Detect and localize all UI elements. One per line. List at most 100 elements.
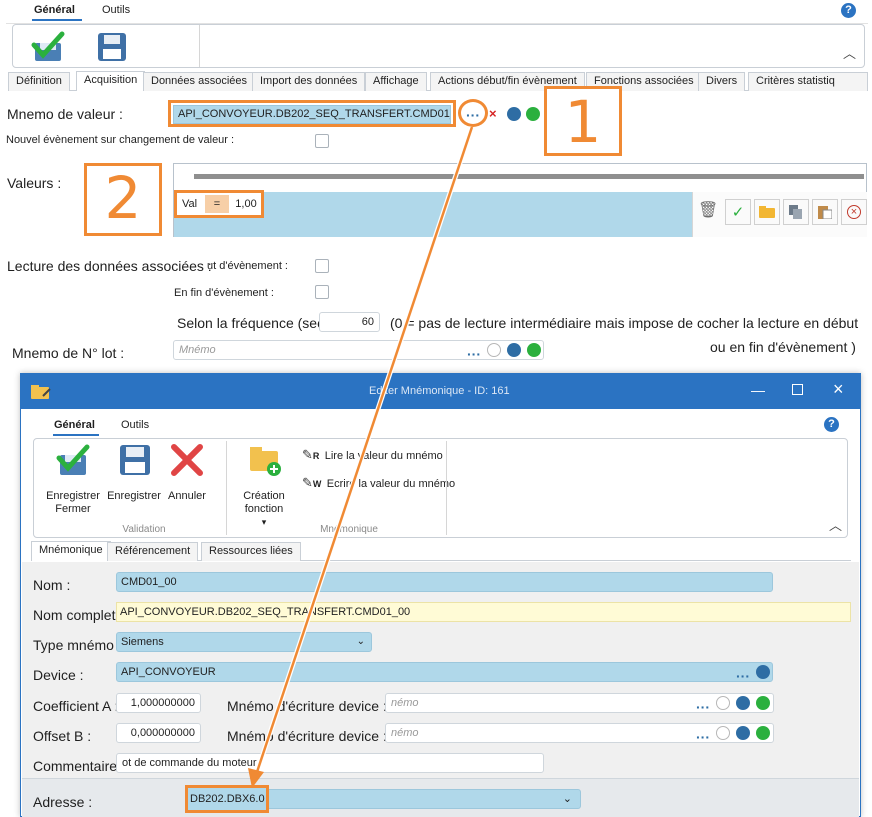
- folder-icon[interactable]: [754, 199, 780, 225]
- subtab-affichage[interactable]: Affichage: [365, 72, 427, 91]
- read-value-label: Lire la valeur du mnémo: [324, 450, 443, 462]
- condition-operator[interactable]: =: [205, 195, 229, 213]
- mnemonique-form: Nom : CMD01_00 Nom complet : API_CONVOYE…: [22, 562, 859, 817]
- ecr2-add-icon[interactable]: [756, 726, 770, 740]
- chevron-up-icon[interactable]: ︿: [843, 43, 856, 62]
- callout-box-adresse: DB202.DBX6.0: [185, 785, 269, 813]
- tab-general[interactable]: Général: [34, 4, 75, 16]
- add-plus-icon[interactable]: [526, 107, 540, 121]
- subtab-import-donnees[interactable]: Import des données: [252, 72, 366, 91]
- condition-value[interactable]: 1,00: [231, 195, 261, 213]
- dialog-tab-outils[interactable]: Outils: [121, 419, 149, 431]
- clear-x-icon[interactable]: ×: [489, 106, 497, 121]
- mnemo-ecriture-label-1: Mnémo d'écriture device :: [227, 698, 387, 714]
- subtab-definition[interactable]: Définition: [8, 72, 70, 91]
- lot-add-icon[interactable]: [527, 343, 541, 357]
- folder-add-icon: [250, 447, 281, 476]
- mnemo-valeur-field[interactable]: API_CONVOYEUR.DB202_SEQ_TRANSFERT.CMD01_…: [173, 105, 451, 124]
- navigate-arrow-icon[interactable]: [507, 107, 521, 121]
- cancel-button[interactable]: Annuler: [164, 443, 210, 503]
- commentaire-field[interactable]: ot de commande du moteur: [116, 753, 544, 773]
- ecr1-navigate-icon[interactable]: [736, 696, 750, 710]
- coefficient-a-input[interactable]: 1,000000000: [116, 693, 201, 713]
- frequence-input[interactable]: 60: [319, 312, 380, 332]
- write-value-button[interactable]: ✎W Ecrire la valeur du mnémo: [302, 475, 455, 491]
- nom-complet-field[interactable]: API_CONVOYEUR.DB202_SEQ_TRANSFERT.CMD01_…: [116, 602, 851, 622]
- fin-evenement-label: En fin d'évènement :: [174, 287, 274, 299]
- lot-browse-dots-icon[interactable]: ···: [467, 347, 481, 361]
- cancel-label: Annuler: [168, 490, 206, 502]
- nouvel-evenement-label: Nouvel évènement sur changement de valeu…: [6, 134, 235, 146]
- nouvel-evenement-checkbox[interactable]: [315, 134, 329, 148]
- lot-clear-icon[interactable]: [487, 343, 501, 357]
- create-function-button[interactable]: Création fonction ▾: [234, 443, 294, 529]
- browse-dots-icon[interactable]: ···: [466, 108, 480, 122]
- read-value-button[interactable]: ✎R Lire la valeur du mnémo: [302, 447, 443, 463]
- dialog-chevron-up-icon[interactable]: ︿: [829, 515, 842, 534]
- ecr2-navigate-icon[interactable]: [736, 726, 750, 740]
- ecr1-add-icon[interactable]: [756, 696, 770, 710]
- nom-complet-label: Nom complet :: [33, 607, 124, 623]
- ecr1-browse-dots-icon[interactable]: ···: [696, 700, 710, 714]
- paste-icon[interactable]: [812, 199, 838, 225]
- adresse-value: DB202.DBX6.0: [190, 793, 265, 805]
- offset-b-input[interactable]: 0,000000000: [116, 723, 201, 743]
- type-mnemo-value: Siemens: [121, 636, 164, 648]
- dialog-help-icon[interactable]: ?: [824, 417, 839, 432]
- validation-group-label: Validation: [122, 524, 166, 535]
- dialog-tab-general[interactable]: Général: [54, 419, 95, 431]
- subtab-divers[interactable]: Divers: [698, 72, 746, 91]
- device-field[interactable]: API_CONVOYEUR: [116, 662, 773, 682]
- lot-navigate-icon[interactable]: [507, 343, 521, 357]
- callout-2: 2: [84, 163, 162, 236]
- ecr2-browse-dots-icon[interactable]: ···: [696, 730, 710, 744]
- save-close-dialog-button[interactable]: Enregistrer Fermer: [38, 443, 108, 516]
- read-letter: R: [312, 451, 320, 461]
- floppy-disk-icon: [98, 33, 126, 61]
- minimize-icon[interactable]: —: [751, 382, 765, 398]
- mnemo-lot-label: Mnemo de N° lot :: [12, 345, 125, 361]
- top-ribbon-tabs: Général Outils ?: [6, 0, 868, 24]
- type-mnemo-select[interactable]: Siemens ⌄: [116, 632, 372, 652]
- close-icon[interactable]: ×: [833, 379, 844, 400]
- active-tab-indicator: [32, 19, 82, 21]
- write-pen-icon: ✎: [302, 475, 313, 490]
- ecr1-clear-icon[interactable]: [716, 696, 730, 710]
- device-browse-dots-icon[interactable]: ···: [736, 669, 750, 683]
- frequence-label: Selon la fréquence (sec: [177, 315, 325, 331]
- validate-check-icon[interactable]: ✓: [725, 199, 751, 225]
- subtab-donnees-associees[interactable]: Données associées: [143, 72, 256, 91]
- maximize-icon[interactable]: [792, 384, 803, 395]
- callout-box-mnemo: API_CONVOYEUR.DB202_SEQ_TRANSFERT.CMD01_…: [168, 100, 456, 127]
- nom-field[interactable]: CMD01_00: [116, 572, 773, 592]
- dialog-title-bar[interactable]: Editer Mnémonique - ID: 161 — ×: [21, 374, 860, 409]
- delete-circle-icon[interactable]: ×: [841, 199, 867, 225]
- save-button[interactable]: [96, 31, 128, 66]
- subtab-mnemonique[interactable]: Mnémonique: [31, 541, 111, 561]
- help-icon[interactable]: ?: [841, 3, 856, 18]
- ecr2-clear-icon[interactable]: [716, 726, 730, 740]
- subtab-criteres[interactable]: Critères statistiq: [748, 72, 868, 91]
- valeurs-scrollbar[interactable]: [194, 174, 864, 179]
- fin-evenement-checkbox[interactable]: [315, 285, 329, 299]
- lecture-donnees-label: Lecture des données associées :: [7, 258, 212, 274]
- save-close-button[interactable]: [31, 31, 65, 66]
- save-dialog-button[interactable]: Enregistrer: [106, 443, 162, 503]
- type-mnemo-label: Type mnémo :: [33, 637, 122, 653]
- callout-box-condition: Val = 1,00: [174, 190, 264, 218]
- mnemo-ecriture-label-2: Mnémo d'écriture device :: [227, 728, 387, 744]
- copy-icon[interactable]: [783, 199, 809, 225]
- condition-variable[interactable]: Val: [180, 195, 200, 213]
- subtab-acquisition[interactable]: Acquisition: [76, 71, 146, 91]
- device-navigate-icon[interactable]: [756, 665, 770, 679]
- subtab-ressources-liees[interactable]: Ressources liées: [201, 542, 301, 561]
- mnemo-ecriture-placeholder-1: némo: [391, 697, 419, 709]
- tab-outils[interactable]: Outils: [102, 4, 130, 16]
- trash-icon[interactable]: 🗑: [698, 200, 718, 220]
- debut-evenement-checkbox[interactable]: [315, 259, 329, 273]
- check-save-icon: [56, 444, 90, 475]
- editer-mnemonique-dialog: Editer Mnémonique - ID: 161 — × Général …: [20, 373, 861, 817]
- frequence-note-2: ou en fin d'évènement ): [710, 339, 856, 355]
- subtab-referencement[interactable]: Référencement: [107, 542, 199, 561]
- floppy-disk-icon: [120, 445, 150, 475]
